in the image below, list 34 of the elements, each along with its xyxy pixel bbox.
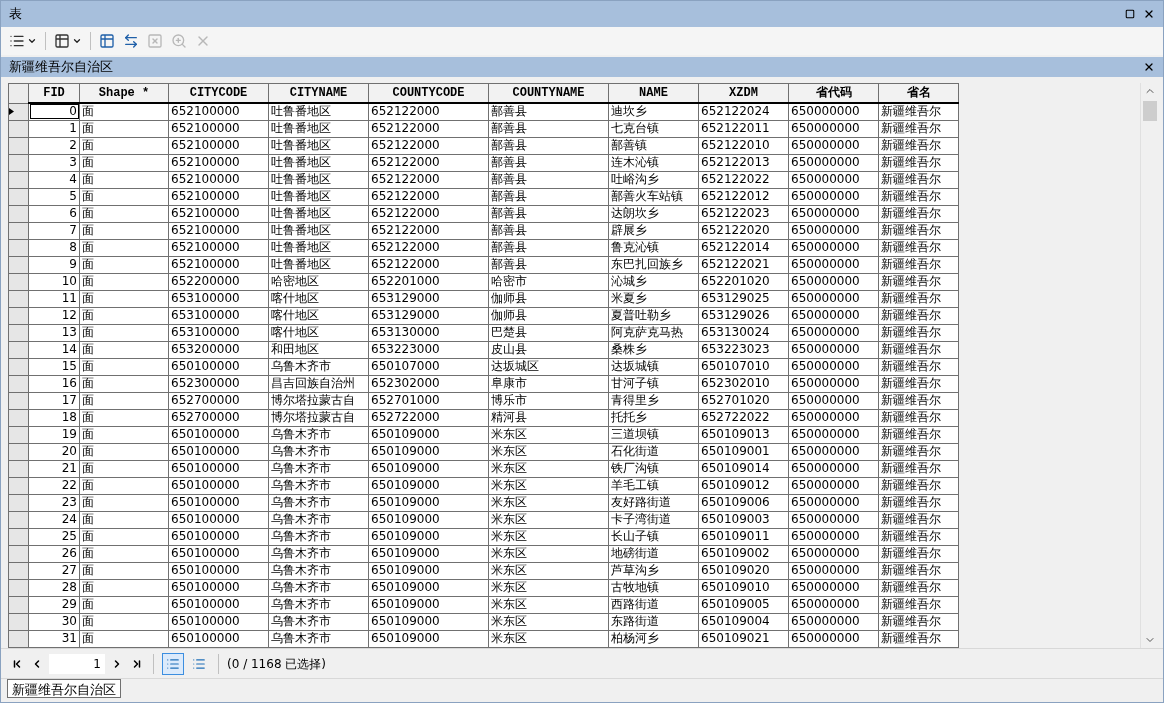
switch-arrows-icon	[123, 33, 139, 49]
first-icon	[11, 657, 23, 670]
close-button[interactable]	[1143, 61, 1155, 73]
column-header[interactable]: COUNTYCODE	[368, 83, 489, 103]
records-list-icon	[166, 656, 180, 671]
column-header[interactable]: CITYNAME	[268, 83, 369, 103]
table-title: 新疆维吾尔自治区	[9, 58, 113, 77]
related-tables-icon	[54, 33, 70, 49]
restore-button[interactable]	[1125, 9, 1135, 19]
clear-box-icon	[147, 33, 163, 49]
column-header[interactable]: FID	[28, 83, 80, 103]
column-header[interactable]: 省代码	[788, 83, 879, 103]
selection-status: (0 / 1168 已选择)	[227, 655, 327, 673]
scroll-thumb[interactable]	[1142, 101, 1157, 121]
window-title: 表	[9, 5, 22, 24]
row-selector-header	[8, 83, 29, 103]
dropdown-caret-icon	[72, 36, 82, 46]
column-header[interactable]: COUNTYNAME	[488, 83, 609, 103]
column-header[interactable]: Shape *	[79, 83, 169, 103]
record-number-field[interactable]: 1	[49, 653, 105, 674]
dropdown-caret-icon	[27, 36, 37, 46]
list-options-icon	[9, 33, 25, 49]
last-icon	[131, 657, 143, 670]
table-tab[interactable]: 新疆维吾尔自治区	[7, 679, 121, 698]
column-header[interactable]: NAME	[608, 83, 699, 103]
close-button[interactable]	[1143, 8, 1155, 20]
column-header[interactable]: 省名	[878, 83, 959, 103]
view-toggle-button[interactable]	[162, 652, 184, 675]
table-select-icon	[99, 33, 115, 49]
records-list-icon	[192, 656, 206, 671]
column-header[interactable]: CITYCODE	[168, 83, 269, 103]
zoom-icon	[171, 33, 187, 49]
column-header[interactable]: XZDM	[698, 83, 789, 103]
current-row-icon	[9, 108, 14, 115]
